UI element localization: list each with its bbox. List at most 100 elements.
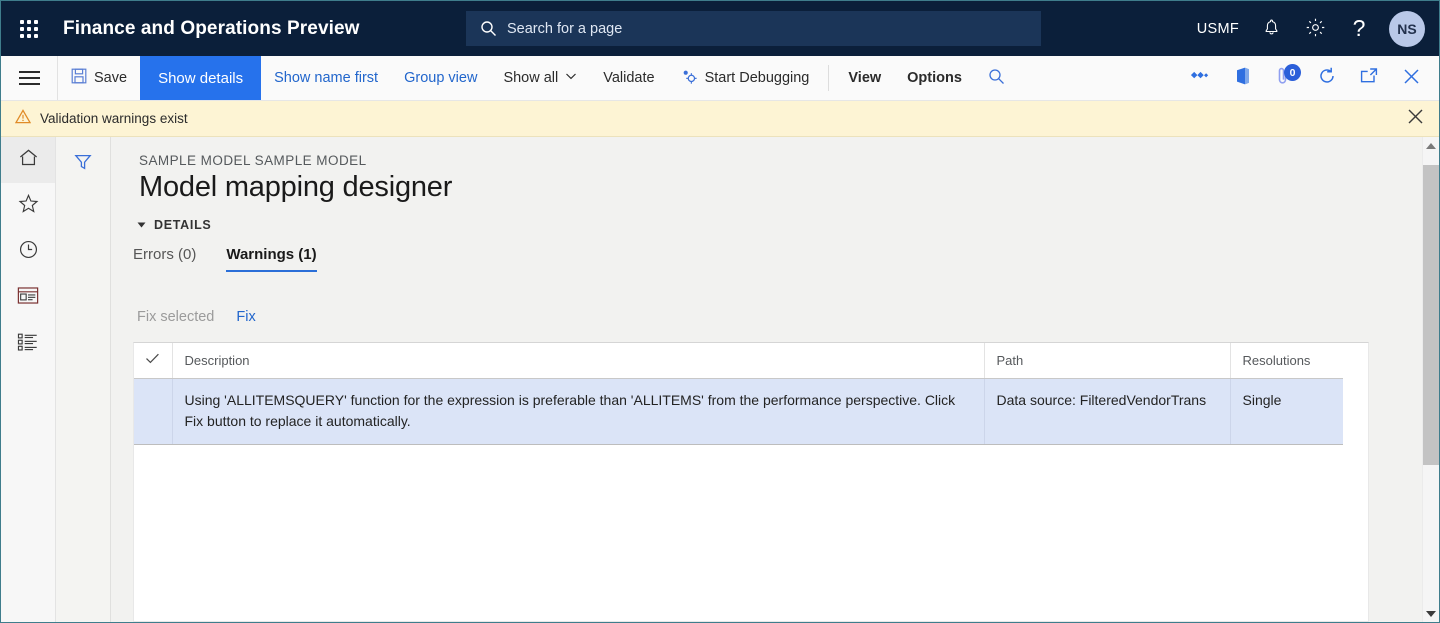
modules-list-icon	[17, 332, 39, 357]
main-content-area: SAMPLE MODEL SAMPLE MODEL Model mapping …	[111, 137, 1439, 622]
row-select-cell[interactable]	[134, 379, 172, 445]
triangle-up-icon	[1426, 143, 1436, 149]
show-details-button[interactable]: Show details	[140, 56, 261, 100]
question-mark-icon: ?	[1353, 17, 1366, 40]
scroll-up-arrow[interactable]	[1423, 137, 1440, 154]
page-title: Model mapping designer	[139, 171, 1439, 204]
company-selector[interactable]: USMF	[1187, 1, 1249, 56]
sidebar-item-modules[interactable]	[1, 321, 55, 367]
toolbar-search-button[interactable]	[975, 56, 1018, 100]
warnings-table: Description Path Resolutions Using 'ALLI…	[134, 343, 1343, 445]
save-button-label: Save	[94, 70, 127, 86]
notifications-button[interactable]	[1249, 1, 1293, 56]
validation-message-bar: Validation warnings exist	[1, 101, 1439, 137]
filter-rail	[56, 137, 111, 622]
waffle-icon	[20, 20, 38, 38]
close-icon	[1406, 107, 1425, 131]
external-link-icon	[1359, 67, 1379, 90]
close-icon	[1402, 67, 1421, 91]
show-details-label: Show details	[158, 70, 243, 87]
search-icon	[480, 20, 497, 37]
validation-message-text: Validation warnings exist	[40, 111, 188, 126]
close-page-button[interactable]	[1391, 56, 1431, 101]
navigation-rail	[1, 137, 56, 622]
validation-tabs: Errors (0) Warnings (1)	[133, 246, 1439, 272]
warnings-grid: Description Path Resolutions Using 'ALLI…	[133, 342, 1369, 622]
refresh-icon	[1317, 66, 1337, 91]
fix-selected-button[interactable]: Fix selected	[133, 306, 218, 328]
details-section-header[interactable]: DETAILS	[139, 218, 1439, 232]
scrollbar-thumb[interactable]	[1423, 165, 1440, 465]
diamonds-icon	[1191, 68, 1211, 89]
start-debugging-button[interactable]: Start Debugging	[668, 56, 823, 100]
grid-mini-toolbar: Fix selected Fix	[133, 306, 1439, 328]
view-menu-button[interactable]: View	[835, 56, 894, 100]
content-vertical-scrollbar[interactable]	[1422, 137, 1439, 622]
open-in-new-window-button[interactable]	[1349, 56, 1389, 101]
group-view-label: Group view	[404, 70, 477, 86]
attachments-button[interactable]: 0	[1265, 56, 1305, 101]
cell-description: Using 'ALLITEMSQUERY' function for the e…	[172, 379, 984, 445]
navigation-menu-button[interactable]	[1, 56, 57, 100]
details-section-label: DETAILS	[154, 218, 211, 232]
scrollbar-track[interactable]	[1423, 154, 1440, 605]
help-button[interactable]: ?	[1337, 1, 1381, 56]
tab-errors[interactable]: Errors (0)	[133, 246, 196, 272]
options-label: Options	[907, 70, 962, 86]
content-header: SAMPLE MODEL SAMPLE MODEL Model mapping …	[111, 137, 1439, 246]
sidebar-item-favorites[interactable]	[1, 183, 55, 229]
application-window: Finance and Operations Preview Search fo…	[0, 0, 1440, 623]
column-header-resolutions[interactable]: Resolutions	[1230, 343, 1343, 379]
clock-icon	[18, 239, 39, 265]
scroll-down-arrow[interactable]	[1423, 605, 1440, 622]
show-all-dropdown[interactable]: Show all	[490, 56, 590, 100]
tab-warnings[interactable]: Warnings (1)	[226, 246, 316, 272]
toolbar-right-cluster: 0	[1181, 56, 1439, 101]
validate-button[interactable]: Validate	[590, 56, 667, 100]
view-label: View	[848, 70, 881, 86]
validate-label: Validate	[603, 70, 654, 86]
open-in-office-button[interactable]	[1223, 56, 1263, 101]
column-header-path[interactable]: Path	[984, 343, 1230, 379]
search-icon	[988, 68, 1005, 89]
warning-triangle-icon	[15, 109, 31, 129]
filter-button[interactable]	[66, 149, 100, 179]
message-bar-close-button[interactable]	[1406, 101, 1425, 137]
chevron-down-icon	[565, 70, 577, 86]
action-pane-toolbar: Save Show details Show name first Group …	[1, 56, 1439, 101]
hamburger-icon	[19, 77, 40, 79]
global-search-placeholder: Search for a page	[507, 21, 622, 37]
avatar[interactable]: NS	[1389, 11, 1425, 47]
group-view-button[interactable]: Group view	[391, 56, 490, 100]
breadcrumb-caption: SAMPLE MODEL SAMPLE MODEL	[139, 153, 1439, 168]
sidebar-item-workspaces[interactable]	[1, 275, 55, 321]
cell-path: Data source: FilteredVendorTrans	[984, 379, 1230, 445]
fix-button[interactable]: Fix	[232, 306, 259, 328]
settings-button[interactable]	[1293, 1, 1337, 56]
filter-funnel-icon	[73, 152, 93, 177]
options-menu-button[interactable]: Options	[894, 56, 975, 100]
bell-icon	[1262, 18, 1281, 40]
select-all-column-header[interactable]	[134, 343, 172, 379]
app-launcher-button[interactable]	[1, 1, 57, 56]
sidebar-item-home[interactable]	[1, 137, 55, 183]
app-title: Finance and Operations Preview	[63, 18, 360, 40]
gear-icon	[1305, 17, 1326, 41]
attachment-count-badge: 0	[1284, 64, 1301, 81]
refresh-button[interactable]	[1307, 56, 1347, 101]
top-navigation-bar: Finance and Operations Preview Search fo…	[1, 1, 1439, 56]
top-bar-right-cluster: USMF ? NS	[1187, 1, 1439, 56]
table-row[interactable]: Using 'ALLITEMSQUERY' function for the e…	[134, 379, 1343, 445]
office-icon	[1234, 66, 1252, 91]
show-name-first-label: Show name first	[274, 70, 378, 86]
save-button[interactable]: Save	[58, 56, 140, 100]
table-header-row: Description Path Resolutions	[134, 343, 1343, 379]
show-name-first-button[interactable]: Show name first	[261, 56, 391, 100]
global-search-box[interactable]: Search for a page	[466, 11, 1041, 46]
personalize-button[interactable]	[1181, 56, 1221, 101]
column-header-description[interactable]: Description	[172, 343, 984, 379]
cell-resolutions: Single	[1230, 379, 1343, 445]
toolbar-button-group: Save Show details Show name first Group …	[57, 56, 1018, 100]
sidebar-item-recent[interactable]	[1, 229, 55, 275]
save-disk-icon	[71, 68, 87, 88]
